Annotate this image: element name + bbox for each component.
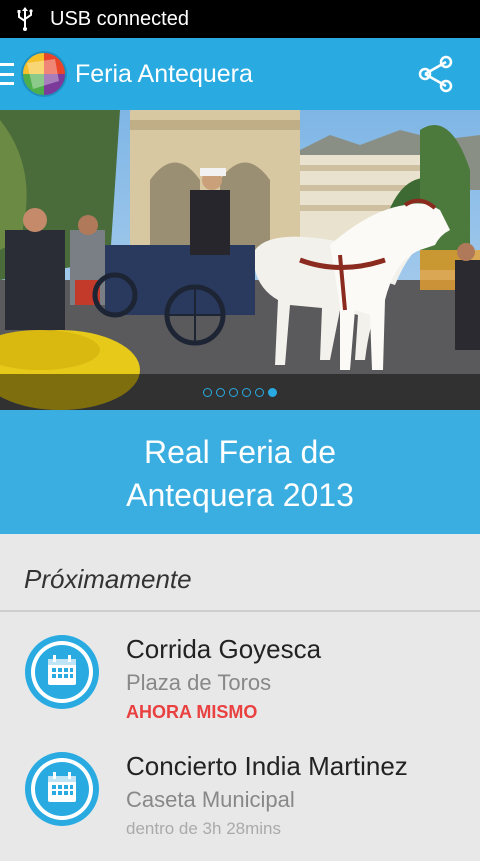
event-time: AHORA MISMO (126, 702, 258, 722)
share-icon[interactable] (416, 54, 456, 94)
status-text: USB connected (50, 7, 189, 30)
hero-image-carousel[interactable] (0, 110, 480, 410)
section-title: Próximamente (24, 564, 192, 594)
horse-carriage-photo (0, 110, 480, 410)
banner-line-2-bold: Antequera (126, 477, 274, 513)
calendar-icon (25, 635, 99, 709)
banner-line-2-rest: 2013 (273, 477, 354, 513)
status-bar: USB connected (0, 0, 480, 38)
event-time: dentro de 3h 28mins (126, 819, 281, 838)
event-place: Caseta Municipal (126, 787, 295, 812)
carousel-dot[interactable] (229, 387, 238, 397)
event-title: Concierto India Martinez (126, 751, 408, 781)
app-title: Feria Antequera (75, 59, 253, 88)
event-item[interactable]: Corrida Goyesca Plaza de Toros AHORA MIS… (0, 634, 480, 744)
banner-line-2: Antequera 2013 (0, 477, 480, 514)
divider (0, 610, 480, 612)
carousel-dot[interactable] (242, 387, 251, 397)
banner-line-1: Real Feria de (143, 434, 337, 470)
app-logo-icon[interactable] (21, 51, 67, 97)
event-title: Corrida Goyesca (126, 634, 322, 664)
usb-icon (17, 7, 33, 31)
festival-banner: Real Feria de Antequera 2013 (0, 410, 480, 534)
carousel-dot[interactable] (268, 387, 277, 397)
carousel-indicator[interactable] (0, 382, 480, 402)
calendar-icon (25, 752, 99, 826)
event-place: Plaza de Toros (126, 670, 272, 695)
hamburger-icon[interactable] (0, 63, 14, 85)
carousel-dot[interactable] (216, 387, 225, 397)
carousel-dot[interactable] (255, 387, 264, 397)
action-bar: Feria Antequera (0, 38, 480, 110)
upcoming-section: Próximamente Corrida Goyesca Plaza de To… (0, 534, 480, 854)
carousel-dot[interactable] (203, 387, 212, 397)
event-item[interactable]: Concierto India Martinez Caseta Municipa… (0, 751, 480, 861)
